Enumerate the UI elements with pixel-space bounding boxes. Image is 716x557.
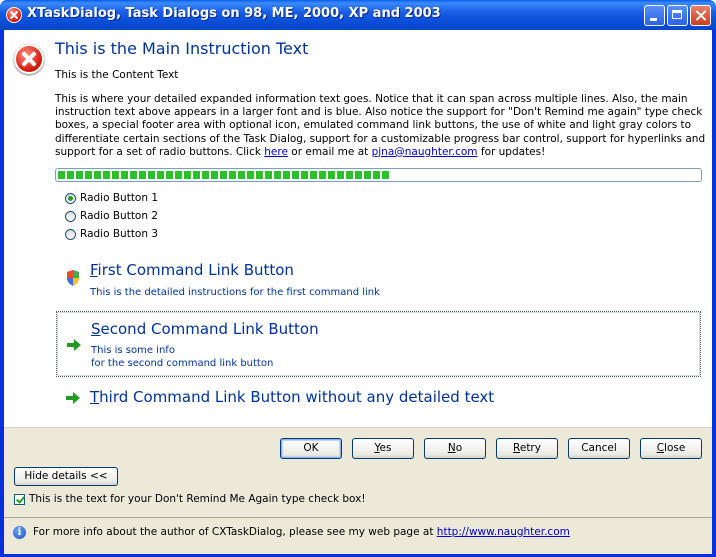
command-link-title: Second Command Link Button — [91, 320, 319, 338]
radio-indicator[interactable] — [65, 211, 76, 222]
yes-button[interactable]: Yes — [352, 438, 414, 459]
command-link-2[interactable]: Second Command Link Button This is some … — [56, 311, 701, 377]
progress-bar — [55, 168, 702, 182]
command-link-detail: This is some info — [91, 345, 175, 356]
here-link[interactable]: here — [264, 146, 288, 158]
close-window-button[interactable] — [690, 5, 711, 26]
error-icon — [6, 7, 22, 23]
title-bar[interactable]: XTaskDialog, Task Dialogs on 98, ME, 200… — [0, 0, 716, 30]
close-button[interactable]: Close — [640, 438, 702, 459]
footer-text: For more info about the author of CXTask… — [33, 526, 570, 538]
shield-icon — [67, 270, 79, 286]
retry-button[interactable]: Retry — [496, 438, 558, 459]
command-link-1[interactable]: First Command Link Button This is the de… — [56, 256, 701, 306]
dialog-client-area: This is the Main Instruction Text This i… — [4, 30, 712, 554]
info-icon: i — [13, 526, 26, 539]
cancel-button[interactable]: Cancel — [568, 438, 630, 459]
maximize-button[interactable] — [667, 5, 688, 26]
checkbox-indicator[interactable] — [14, 494, 25, 505]
progress-fill — [58, 171, 391, 179]
web-page-link[interactable]: http://www.naughter.com — [437, 526, 570, 538]
command-link-3[interactable]: Third Command Link Button without any de… — [56, 384, 701, 412]
footer-divider — [4, 517, 712, 518]
error-icon — [14, 44, 44, 74]
expanded-information: This is where your detailed expanded inf… — [55, 93, 706, 158]
arrow-icon — [67, 339, 81, 351]
command-link-title: Third Command Link Button without any de… — [90, 388, 495, 406]
button-footer-area: OK Yes No Retry Cancel Close Hide detail… — [4, 427, 712, 554]
command-link-detail: This is the detailed instructions for th… — [90, 287, 380, 298]
ok-button[interactable]: OK — [280, 438, 342, 459]
window-title: XTaskDialog, Task Dialogs on 98, ME, 200… — [27, 6, 441, 21]
no-button[interactable]: No — [424, 438, 486, 459]
hide-details-button[interactable]: Hide details << — [14, 467, 118, 486]
arrow-icon — [66, 392, 80, 404]
command-link-detail: for the second command link button — [91, 358, 274, 369]
radio-indicator[interactable] — [65, 193, 76, 204]
minimize-button[interactable] — [644, 5, 665, 26]
email-link[interactable]: pjna@naughter.com — [372, 146, 478, 158]
command-link-title: First Command Link Button — [90, 261, 294, 279]
main-instruction: This is the Main Instruction Text — [55, 39, 309, 58]
task-dialog-window: XTaskDialog, Task Dialogs on 98, ME, 200… — [0, 0, 716, 557]
radio-indicator[interactable] — [65, 229, 76, 240]
content-text: This is the Content Text — [55, 69, 179, 81]
